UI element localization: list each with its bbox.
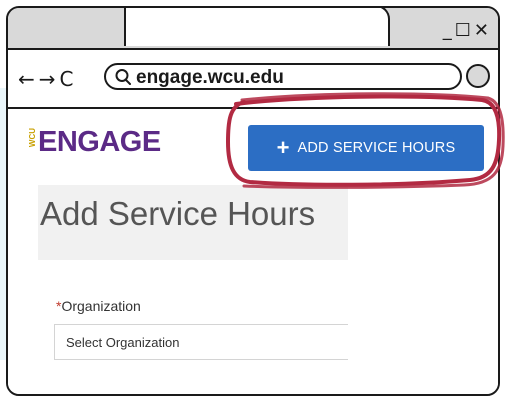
title-bar: _☐✕	[8, 8, 498, 50]
profile-icon[interactable]	[466, 63, 490, 88]
window-controls[interactable]: _☐✕	[443, 20, 492, 41]
page-title-panel: Add Service Hours	[38, 185, 348, 260]
add-service-hours-button[interactable]: + ADD SERVICE HOURS	[248, 125, 484, 171]
search-icon	[115, 68, 131, 85]
logo-wcu-text: WCU	[28, 128, 37, 148]
url-text: engage.wcu.edu	[136, 66, 284, 88]
organization-label: *Organization	[56, 298, 141, 314]
organization-select[interactable]: Select Organization	[54, 324, 348, 360]
browser-toolbar: ←→C engage.wcu.edu	[8, 50, 498, 109]
nav-buttons[interactable]: ←→C	[18, 67, 77, 91]
browser-tab[interactable]	[124, 8, 390, 46]
logo-engage-text: ENGAGE	[38, 126, 161, 158]
service-hours-form: *Organization Select Organization	[38, 260, 348, 394]
screenshot: _☐✕ ←→C engage.wcu.edu WCU ENGAGE + ADD …	[0, 0, 507, 402]
organization-select-value: Select Organization	[66, 335, 180, 350]
browser-window: _☐✕ ←→C engage.wcu.edu WCU ENGAGE + ADD …	[6, 6, 500, 396]
address-bar[interactable]: engage.wcu.edu	[104, 62, 462, 90]
organization-label-text: Organization	[61, 298, 141, 314]
plus-icon: +	[276, 135, 290, 160]
add-service-hours-label: ADD SERVICE HOURS	[297, 140, 456, 156]
page-content: WCU ENGAGE + ADD SERVICE HOURS Add Servi…	[8, 109, 498, 394]
page-title: Add Service Hours	[40, 195, 316, 232]
